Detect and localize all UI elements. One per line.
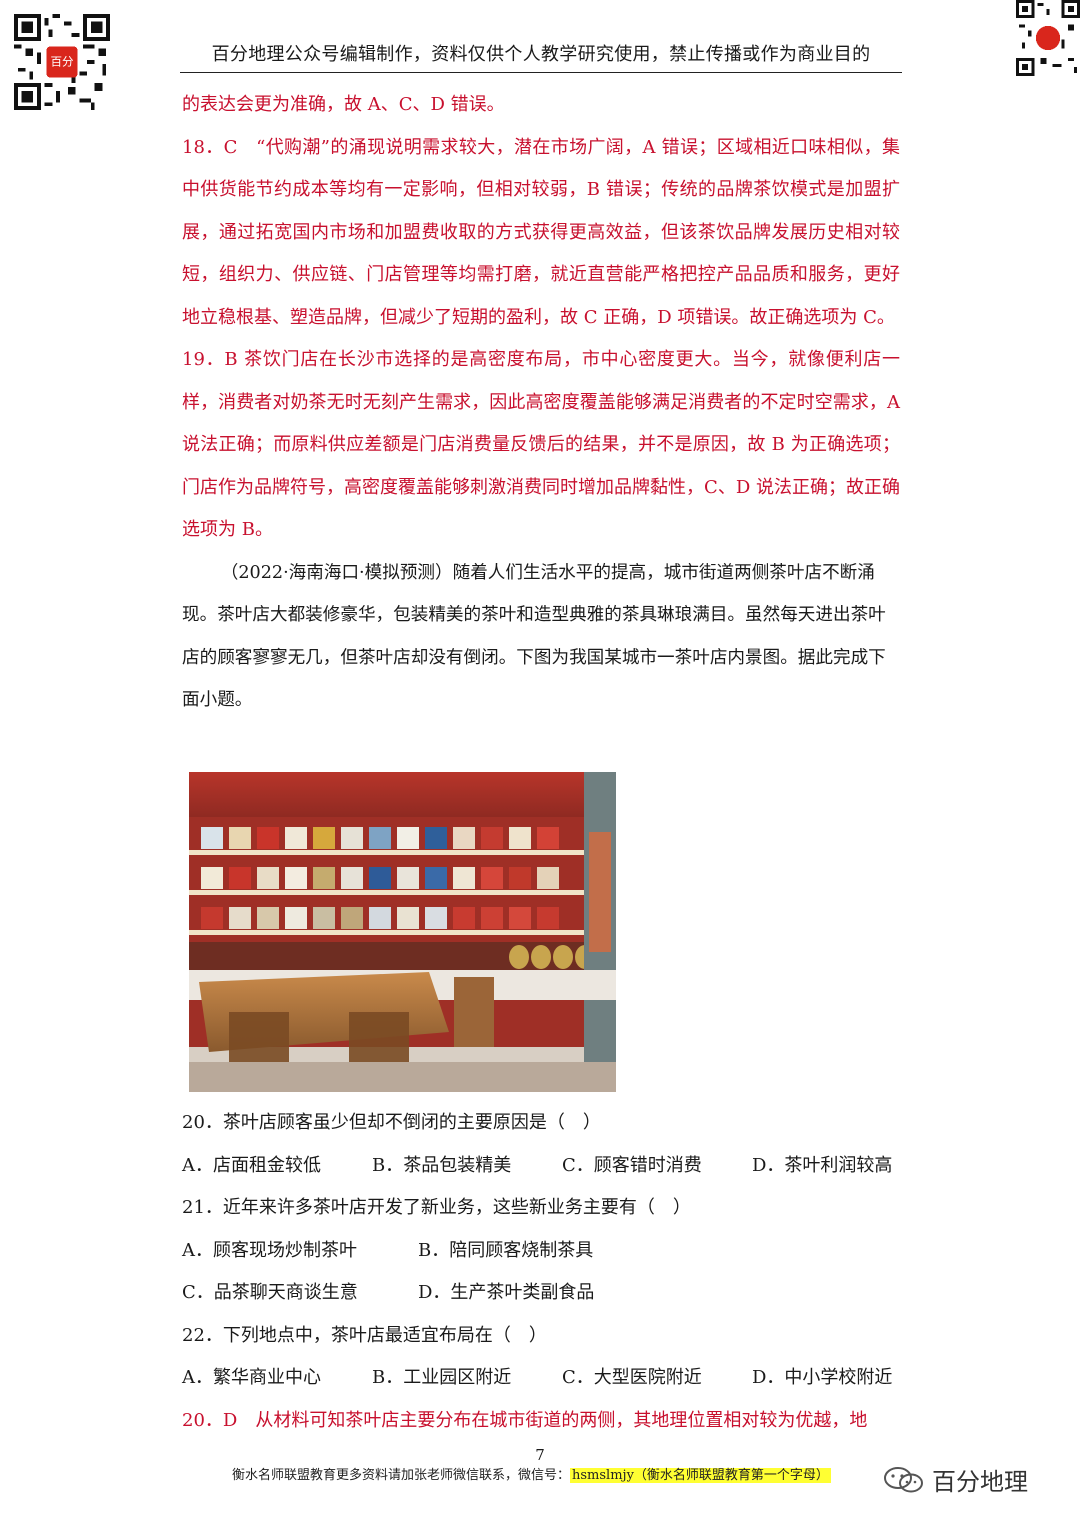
explanation-paragraph: 的表达会更为准确，故 A、C、D 错误。	[182, 94, 505, 115]
wechat-icon	[884, 1466, 923, 1492]
option-a: A．顾客现场炒制茶叶	[182, 1239, 357, 1261]
qr-code-right	[1016, 0, 1080, 76]
qr-code-left: 百分	[14, 14, 110, 110]
question-options: C．品茶聊天商谈生意 D．生产茶叶类副食品	[182, 1272, 900, 1315]
header-notice: 百分地理公众号编辑制作，资料仅供个人教学研究使用，禁止传播或作为商业目的	[180, 40, 902, 73]
footer-contact-text: 衡水名师联盟教育更多资料请加张老师微信联系，微信号：	[232, 1468, 571, 1483]
question-options: A．顾客现场炒制茶叶 B．陪同顾客烧制茶具	[182, 1230, 900, 1273]
option-b: B．工业园区附近	[372, 1367, 512, 1388]
qr-code-icon	[1016, 0, 1080, 76]
question-stem: 21．近年来许多茶叶店开发了新业务，这些新业务主要有（ ）	[182, 1197, 691, 1218]
svg-text:百分: 百分	[50, 54, 74, 68]
option-d: D．茶叶利润较高	[752, 1154, 893, 1176]
answer-explanation: 20．D 从材料可知茶叶店主要分布在城市街道的两侧，其地理位置相对较为优越，地	[182, 1409, 868, 1431]
footer-contact: 衡水名师联盟教育更多资料请加张老师微信联系，微信号： hsmslmjy（衡水名师联…	[232, 1464, 831, 1483]
option-c: C．大型医院附近	[562, 1367, 702, 1388]
option-d: D．生产茶叶类副食品	[418, 1282, 595, 1303]
option-a: A．繁华商业中心	[182, 1367, 321, 1388]
option-c: C．顾客错时消费	[562, 1154, 702, 1176]
qr-code-icon: 百分	[14, 14, 110, 110]
option-a: A．店面租金较低	[182, 1154, 321, 1176]
option-d: D．中小学校附近	[752, 1367, 893, 1388]
material-paragraph: （2022·海南海口·模拟预测）随着人们生活水平的提高，城市街道两侧茶叶店不断涌…	[182, 562, 886, 711]
brand-name: 百分地理	[932, 1468, 1028, 1496]
option-b: B．陪同顾客烧制茶具	[418, 1239, 594, 1261]
question-stem: 20．茶叶店顾客虽少但却不倒闭的主要原因是（ ）	[182, 1112, 601, 1133]
explanation-paragraph: 19．B 茶饮门店在长沙市选择的是高密度布局，市中心密度更大。当今，就像便利店一…	[182, 349, 900, 540]
brand-watermark: 百分地理	[882, 1462, 1028, 1497]
page-number: 7	[535, 1446, 545, 1464]
question-options: A．繁华商业中心 B．工业园区附近 C．大型医院附近 D．中小学校附近	[182, 1357, 900, 1400]
question-stem: 22．下列地点中，茶叶店最适宜布局在（ ）	[182, 1324, 547, 1346]
tea-shop-photo	[189, 772, 616, 1092]
option-c: C．品茶聊天商谈生意	[182, 1282, 358, 1303]
material-block: （2022·海南海口·模拟预测）随着人们生活水平的提高，城市街道两侧茶叶店不断涌…	[182, 552, 900, 722]
option-b: B．茶品包装精美	[372, 1154, 512, 1176]
wechat-id-highlight: hsmslmjy（衡水名师联盟教育第一个字母）	[570, 1468, 831, 1483]
questions-block: 20．茶叶店顾客虽少但却不倒闭的主要原因是（ ） A．店面租金较低 B．茶品包装…	[182, 1102, 900, 1442]
question-options: A．店面租金较低 B．茶品包装精美 C．顾客错时消费 D．茶叶利润较高	[182, 1145, 900, 1188]
explanation-block: 的表达会更为准确，故 A、C、D 错误。 18．C “代购潮”的涌现说明需求较大…	[182, 84, 900, 552]
explanation-paragraph: 18．C “代购潮”的涌现说明需求较大，潜在市场广阔，A 错误；区域相近口味相似…	[182, 136, 900, 328]
